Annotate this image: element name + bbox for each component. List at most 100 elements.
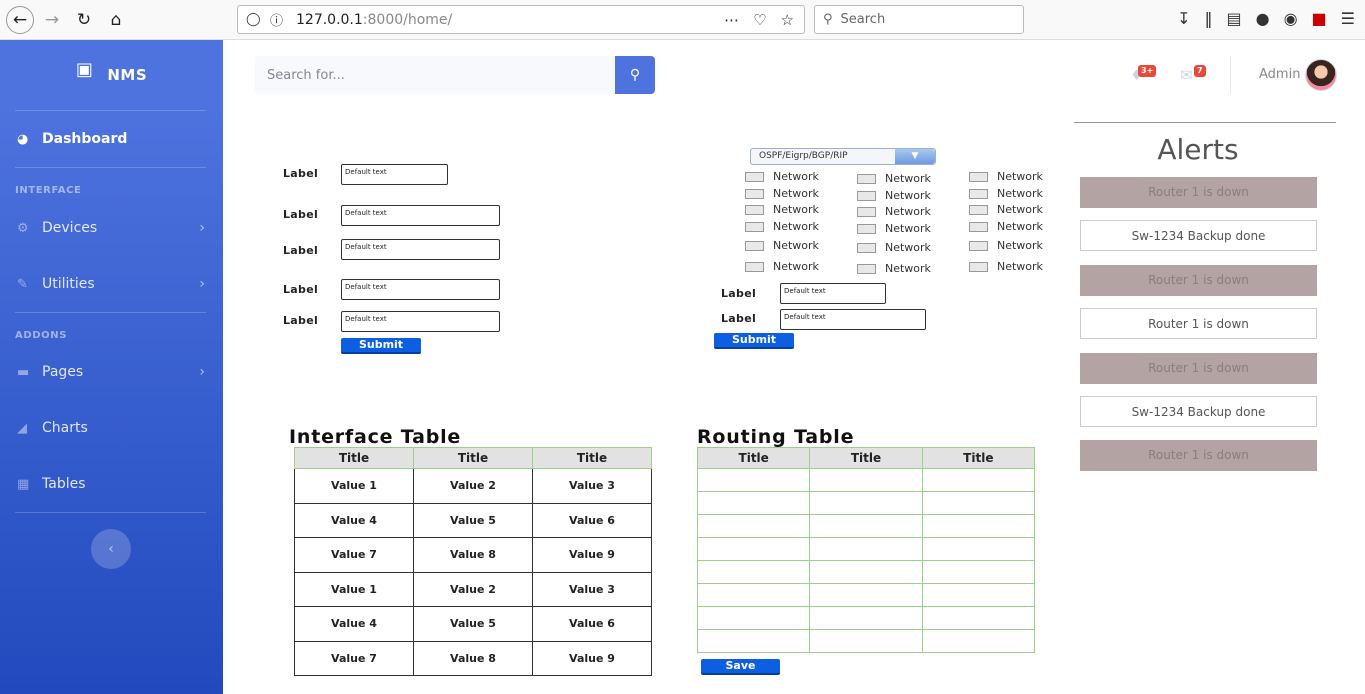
sidebar-item-pages[interactable]: ▬ Pages ›	[0, 352, 223, 392]
back-icon[interactable]: ←	[6, 6, 34, 34]
library-icon[interactable]: ‖	[1204, 9, 1212, 28]
alert-item[interactable]: Router 1 is down	[1080, 177, 1317, 208]
envelope-icon[interactable]: ✉	[1180, 66, 1193, 84]
sidebar-item-dashboard[interactable]: ◕ Dashboard	[0, 119, 223, 159]
sidebar-item-tables[interactable]: ▦ Tables	[0, 464, 223, 504]
menu-icon[interactable]: ☰	[1341, 9, 1355, 28]
network-checkbox[interactable]: Network	[745, 187, 819, 200]
alert-item[interactable]: Router 1 is down	[1080, 440, 1317, 471]
network-checkbox[interactable]: Network	[857, 172, 931, 185]
sidebar-heading-interface: INTERFACE	[15, 185, 82, 196]
network-checkbox[interactable]: Network	[969, 187, 1043, 200]
addon-icon[interactable]: ■	[1312, 9, 1327, 28]
sidebar-brand[interactable]: ▣ NMS	[0, 40, 223, 110]
network-checkbox[interactable]: Network	[857, 222, 931, 235]
checkbox-label: Network	[885, 222, 931, 235]
network-checkbox[interactable]: Network	[745, 239, 819, 252]
column-header[interactable]: Title	[294, 447, 414, 469]
table-cell: Value 1	[294, 571, 414, 607]
table-row[interactable]: Value 7 Value 8 Value 9	[294, 537, 652, 573]
network-checkbox[interactable]: Network	[745, 170, 819, 183]
column-header[interactable]: Title	[413, 447, 533, 469]
table-cell	[696, 629, 811, 653]
protocol-select[interactable]: OSPF/Eigrp/BGP/RIP ▼	[750, 148, 936, 165]
network-checkbox[interactable]: Network	[745, 203, 819, 216]
alert-item[interactable]: Router 1 is down	[1080, 353, 1317, 384]
table-row[interactable]	[696, 491, 1036, 515]
table-row[interactable]	[696, 629, 1036, 653]
sidebar-item-label: Utilities	[42, 276, 95, 292]
sidebar-toggle-button[interactable]: ‹	[91, 529, 131, 569]
submit-button[interactable]: Submit	[341, 338, 421, 354]
text-field[interactable]: Default text	[341, 279, 500, 300]
table-cell	[696, 606, 811, 630]
network-checkbox[interactable]: Network	[745, 220, 819, 233]
home-icon[interactable]: ⌂	[102, 6, 130, 34]
network-checkbox[interactable]: Network	[969, 260, 1043, 273]
sidebar-item-devices[interactable]: ⚙ Devices ›	[0, 208, 223, 248]
alert-item[interactable]: Router 1 is down	[1080, 308, 1317, 339]
network-checkbox[interactable]: Network	[857, 205, 931, 218]
network-checkbox[interactable]: Network	[969, 170, 1043, 183]
table-cell: Value 6	[532, 606, 652, 642]
account-icon[interactable]: ●	[1256, 9, 1270, 28]
search-input[interactable]	[255, 56, 615, 94]
table-row[interactable]: Value 4 Value 5 Value 6	[294, 606, 652, 642]
table-row[interactable]: Value 7 Value 8 Value 9	[294, 640, 652, 676]
table-row[interactable]: Value 1 Value 2 Value 3	[294, 571, 652, 607]
column-header[interactable]: Title	[532, 447, 652, 469]
more-icon[interactable]: ⋯	[724, 11, 739, 29]
column-header[interactable]: Title	[809, 447, 923, 469]
text-field[interactable]: Default text	[341, 205, 500, 226]
forward-icon[interactable]: →	[38, 6, 66, 34]
network-checkbox[interactable]: Network	[857, 241, 931, 254]
text-field[interactable]: Default text	[780, 309, 926, 330]
column-header[interactable]: Title	[696, 447, 811, 469]
brand-name: NMS	[107, 66, 148, 84]
table-row[interactable]	[696, 560, 1036, 584]
network-checkbox[interactable]: Network	[969, 239, 1043, 252]
avatar[interactable]	[1305, 59, 1337, 91]
table-row[interactable]: Value 4 Value 5 Value 6	[294, 502, 652, 538]
save-button[interactable]: Save	[701, 659, 780, 675]
table-row[interactable]	[696, 537, 1036, 561]
sidebar-item-utilities[interactable]: ✎ Utilities ›	[0, 264, 223, 304]
text-field[interactable]: Default text	[341, 239, 500, 260]
browser-search-input[interactable]: ⚲ Search	[814, 5, 1024, 34]
network-checkbox[interactable]: Network	[857, 262, 931, 275]
network-checkbox[interactable]: Network	[969, 203, 1043, 216]
user-name[interactable]: Admin	[1259, 67, 1300, 82]
text-field[interactable]: Default text	[780, 283, 886, 304]
table-row[interactable]: Value 1 Value 2 Value 3	[294, 468, 652, 504]
network-checkbox[interactable]: Network	[857, 189, 931, 202]
search-button[interactable]: ⚲	[615, 56, 655, 94]
chevron-down-icon: ▼	[895, 149, 935, 164]
sidebar-item-charts[interactable]: ◢ Charts	[0, 408, 223, 448]
extension-icon[interactable]: ◉	[1284, 9, 1298, 28]
alert-item[interactable]: Sw-1234 Backup done	[1080, 396, 1317, 427]
url-text[interactable]: 127.0.0.1:8000/home/	[296, 12, 452, 28]
reload-icon[interactable]: ↻	[70, 6, 98, 34]
shield-icon[interactable]: ◯	[246, 12, 262, 27]
table-row[interactable]	[696, 583, 1036, 607]
table-row[interactable]	[696, 514, 1036, 538]
reader-icon[interactable]: ▤	[1226, 9, 1241, 28]
pocket-icon[interactable]: ♡	[753, 11, 766, 29]
submit-button[interactable]: Submit	[714, 333, 794, 349]
table-row[interactable]	[696, 468, 1036, 492]
table-cell	[809, 629, 923, 653]
alert-item[interactable]: Sw-1234 Backup done	[1080, 220, 1317, 251]
table-row[interactable]	[696, 606, 1036, 630]
checkbox-label: Network	[997, 239, 1043, 252]
network-checkbox[interactable]: Network	[969, 220, 1043, 233]
column-header[interactable]: Title	[921, 447, 1036, 469]
bookmark-star-icon[interactable]: ☆	[781, 11, 794, 29]
table-icon: ▦	[17, 476, 30, 492]
network-checkbox[interactable]: Network	[745, 260, 819, 273]
text-field[interactable]: Default text	[341, 311, 500, 332]
text-field[interactable]: Default text	[341, 164, 448, 185]
alert-item[interactable]: Router 1 is down	[1080, 265, 1317, 296]
info-icon[interactable]: ⓘ	[270, 10, 286, 29]
url-bar[interactable]: ◯ ⓘ 127.0.0.1:8000/home/ ⋯ ♡ ☆	[237, 5, 805, 34]
download-icon[interactable]: ↧	[1177, 9, 1190, 28]
